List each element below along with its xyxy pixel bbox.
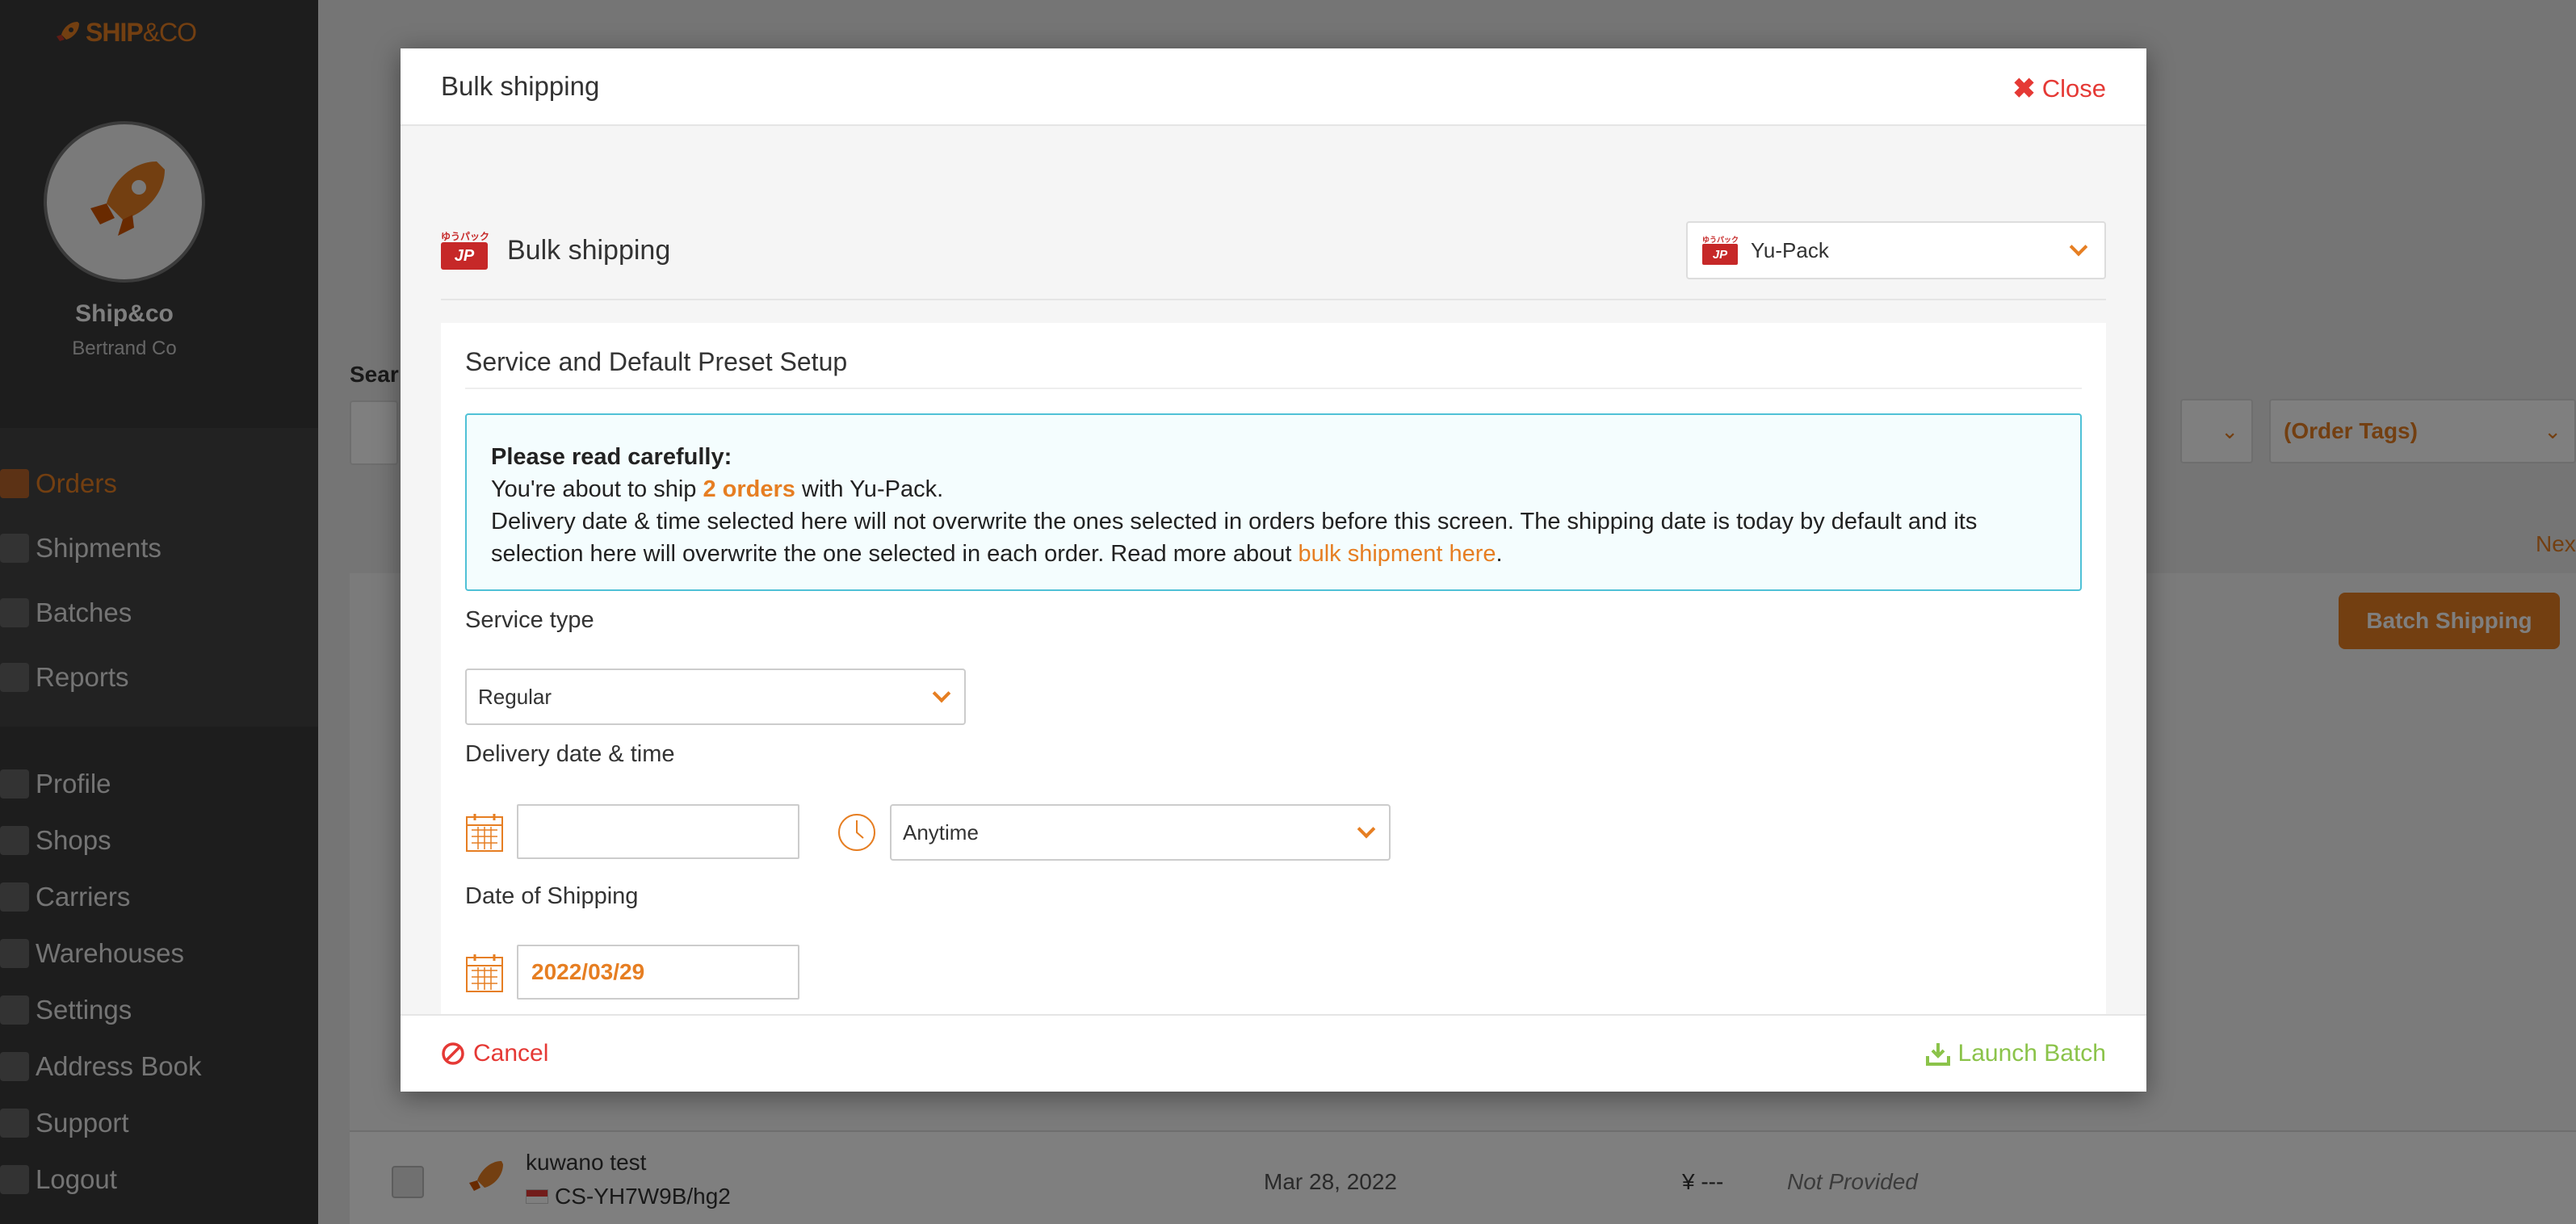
bulk-shipment-link[interactable]: bulk shipment here — [1298, 541, 1496, 567]
ban-icon — [442, 1042, 464, 1065]
cancel-button[interactable]: Cancel — [441, 1040, 548, 1067]
logo-top-text: ゆうパック — [441, 231, 490, 242]
service-type-value: Regular — [478, 684, 552, 709]
carrier-heading: ゆうパック JP Bulk shipping — [441, 229, 670, 271]
modal-footer: Cancel Launch Batch — [401, 1014, 2146, 1092]
cancel-label: Cancel — [473, 1040, 549, 1067]
modal-header: Bulk shipping ✖ Close — [401, 48, 2146, 126]
bulk-shipping-modal: Bulk shipping ✖ Close ゆうパック JP Bulk ship… — [401, 48, 2146, 1092]
chevron-down-icon — [1357, 819, 1376, 839]
notice-box: Please read carefully: You're about to s… — [465, 413, 2082, 591]
close-label: Close — [2041, 74, 2106, 103]
shipping-date-value: 2022/03/29 — [531, 959, 645, 984]
launch-batch-label: Launch Batch — [1957, 1040, 2106, 1067]
calendar-icon[interactable] — [465, 812, 504, 853]
shipping-date-input[interactable]: 2022/03/29 — [517, 945, 799, 1000]
delivery-label: Delivery date & time — [465, 741, 675, 767]
chevron-down-icon — [932, 684, 951, 703]
chevron-down-icon — [2069, 237, 2088, 257]
carrier-heading-text: Bulk shipping — [507, 234, 671, 266]
shipping-date-label: Date of Shipping — [465, 883, 639, 909]
preset-setup-card: Service and Default Preset Setup Please … — [441, 323, 2106, 1024]
modal-title: Bulk shipping — [441, 71, 600, 101]
modal-body: ゆうパック JP Bulk shipping ゆうパック JP Yu-Pack … — [401, 126, 2146, 1024]
close-button[interactable]: ✖ Close — [2012, 73, 2106, 105]
notice-line-1: You're about to ship 2 orders with Yu-Pa… — [491, 476, 944, 502]
section-title: Service and Default Preset Setup — [465, 347, 848, 376]
logo-box-text: JP — [1702, 244, 1738, 265]
delivery-time-value: Anytime — [903, 819, 979, 845]
divider — [441, 299, 2106, 300]
orders-count: 2 orders — [703, 476, 795, 502]
yupack-logo: ゆうパック JP — [441, 229, 489, 271]
calendar-icon[interactable] — [465, 953, 504, 993]
delivery-date-input[interactable] — [517, 804, 799, 859]
launch-batch-button[interactable]: Launch Batch — [1925, 1040, 2106, 1067]
clock-icon — [838, 814, 875, 851]
notice-line-2: Delivery date & time selected here will … — [491, 509, 1978, 567]
delivery-time-select[interactable]: Anytime — [890, 804, 1391, 861]
download-icon — [1925, 1043, 1950, 1066]
notice-heading: Please read carefully: — [491, 444, 732, 470]
yupack-logo: ゆうパック JP — [1702, 234, 1739, 266]
carrier-select-value: Yu-Pack — [1751, 237, 1829, 262]
carrier-select[interactable]: ゆうパック JP Yu-Pack — [1686, 221, 2106, 279]
service-type-label: Service type — [465, 607, 594, 633]
logo-box-text: JP — [441, 242, 488, 270]
service-type-select[interactable]: Regular — [465, 669, 966, 725]
close-icon: ✖ — [2012, 73, 2036, 104]
divider — [465, 388, 2082, 389]
